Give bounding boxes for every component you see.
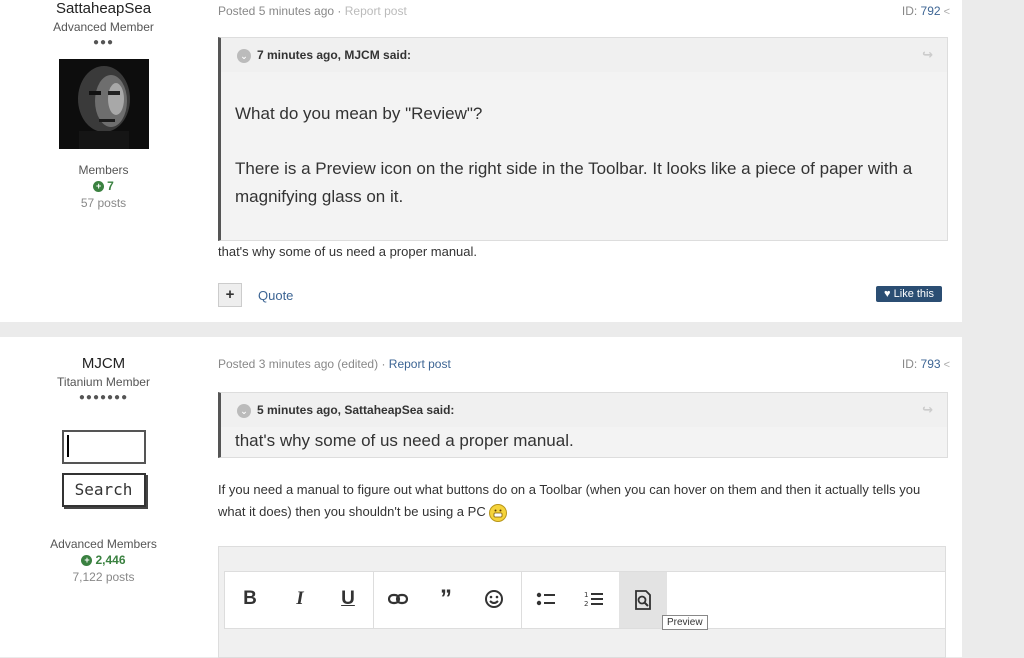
quote-share-icon[interactable]: ↪: [922, 393, 933, 427]
posted-time: Posted 3 minutes ago (edited): [218, 357, 379, 371]
member-group: Members: [78, 163, 129, 177]
meta-separator: ·: [378, 357, 389, 371]
post-792: SattaheapSea Advanced Member ●●● Members…: [0, 0, 962, 322]
report-post-link[interactable]: Report post: [345, 4, 407, 18]
rank-pips: ●●●●●●●: [78, 392, 129, 403]
reputation-count: 2,446: [95, 553, 126, 567]
meta-separator: ·: [334, 4, 345, 18]
post-id-label: ID:: [901, 357, 921, 371]
grin-emoji-icon: [489, 503, 508, 522]
collapse-chevron-icon[interactable]: ⌄: [237, 48, 251, 63]
author-rank: Advanced Member: [53, 20, 154, 34]
post-body: If you need a manual to figure out what …: [218, 479, 948, 523]
post-count: 57 posts: [80, 196, 127, 210]
post-body: that's why some of us need a proper manu…: [218, 244, 478, 259]
svg-text:2: 2: [584, 600, 588, 608]
post-id: ID: 793 <: [902, 357, 950, 371]
quote-line: What do you mean by "Review"?: [235, 104, 483, 123]
quoted-message: ⌄ 7 minutes ago, MJCM said: ↪ What do you…: [218, 37, 948, 241]
quote-line: that's why some of us need a proper manu…: [235, 431, 574, 450]
reputation-count: 7: [107, 179, 114, 193]
share-icon[interactable]: <: [944, 6, 950, 18]
author-name[interactable]: SattaheapSea: [0, 0, 207, 17]
member-group: Advanced Members: [50, 537, 157, 551]
author-name[interactable]: MJCM: [0, 355, 207, 372]
like-label: Like this: [893, 288, 934, 300]
author-rank: Titanium Member: [57, 375, 150, 389]
emoji-icon[interactable]: [479, 584, 509, 614]
avatar-image: [58, 59, 149, 149]
avatar-search-button: Search: [61, 473, 146, 507]
multiquote-plus-button[interactable]: +: [218, 283, 242, 307]
share-icon[interactable]: <: [944, 359, 950, 371]
post-count: 7,122 posts: [72, 570, 135, 584]
post-id-link[interactable]: 792: [921, 4, 941, 18]
quote-line: There is a Preview icon on the right sid…: [235, 159, 913, 206]
quote-icon[interactable]: ”: [431, 584, 461, 614]
post-body-text: If you need a manual to figure out what …: [218, 482, 921, 519]
heart-icon: ♥: [884, 288, 891, 300]
preview-tooltip: Preview: [662, 615, 708, 630]
post-id-label: ID:: [901, 4, 921, 18]
quote-body: that's why some of us need a proper manu…: [221, 427, 947, 455]
reply-editor: B I U ” 12: [218, 546, 946, 658]
report-post-link[interactable]: Report post: [389, 357, 451, 371]
like-button[interactable]: ♥ Like this: [876, 286, 942, 302]
post-meta: Posted 3 minutes ago (edited) · Report p…: [218, 357, 451, 371]
toolbar-group-lists: 12: [521, 572, 669, 628]
collapse-chevron-icon[interactable]: ⌄: [237, 403, 251, 418]
quote-citation: 5 minutes ago, SattaheapSea said:: [257, 403, 455, 417]
italic-icon[interactable]: I: [285, 584, 315, 614]
reputation: +7: [0, 179, 207, 193]
editor-toolbar: B I U ” 12: [224, 571, 946, 629]
quote-body: What do you mean by "Review"? There is a…: [221, 72, 947, 211]
plus-icon: +: [81, 555, 93, 567]
quoted-message: ⌄ 5 minutes ago, SattaheapSea said: ↪ tha…: [218, 392, 948, 458]
underline-icon[interactable]: U: [333, 584, 363, 614]
author-panel: MJCM Titanium Member ●●●●●●● Search Adva…: [0, 355, 207, 584]
text-caret: [66, 435, 69, 457]
plus-icon: +: [93, 181, 105, 193]
posted-time: Posted 5 minutes ago: [218, 4, 335, 18]
quote-header: ⌄ 7 minutes ago, MJCM said: ↪: [221, 38, 947, 72]
post-id-link[interactable]: 793: [921, 357, 941, 371]
preview-icon[interactable]: [619, 572, 667, 628]
quote-share-icon[interactable]: ↪: [922, 38, 933, 72]
quote-citation: 7 minutes ago, MJCM said:: [257, 48, 412, 62]
link-icon[interactable]: [383, 584, 413, 614]
bullet-list-icon[interactable]: [531, 584, 561, 614]
post-id: ID: 792 <: [902, 4, 950, 18]
quote-header: ⌄ 5 minutes ago, SattaheapSea said: ↪: [221, 393, 947, 427]
post-meta: Posted 5 minutes ago · Report post: [218, 4, 407, 18]
numbered-list-icon[interactable]: 12: [579, 584, 609, 614]
avatar[interactable]: [58, 59, 149, 149]
svg-text:1: 1: [584, 591, 588, 599]
reputation: +2,446: [0, 553, 207, 567]
rank-pips: ●●●: [92, 37, 115, 48]
toolbar-group-format: B I U: [225, 572, 374, 628]
quote-button[interactable]: Quote: [258, 288, 293, 303]
toolbar-group-insert: ”: [373, 572, 522, 628]
author-panel: SattaheapSea Advanced Member ●●● Members…: [0, 0, 207, 210]
avatar-search-input: [61, 430, 146, 464]
bold-icon[interactable]: B: [235, 584, 265, 614]
